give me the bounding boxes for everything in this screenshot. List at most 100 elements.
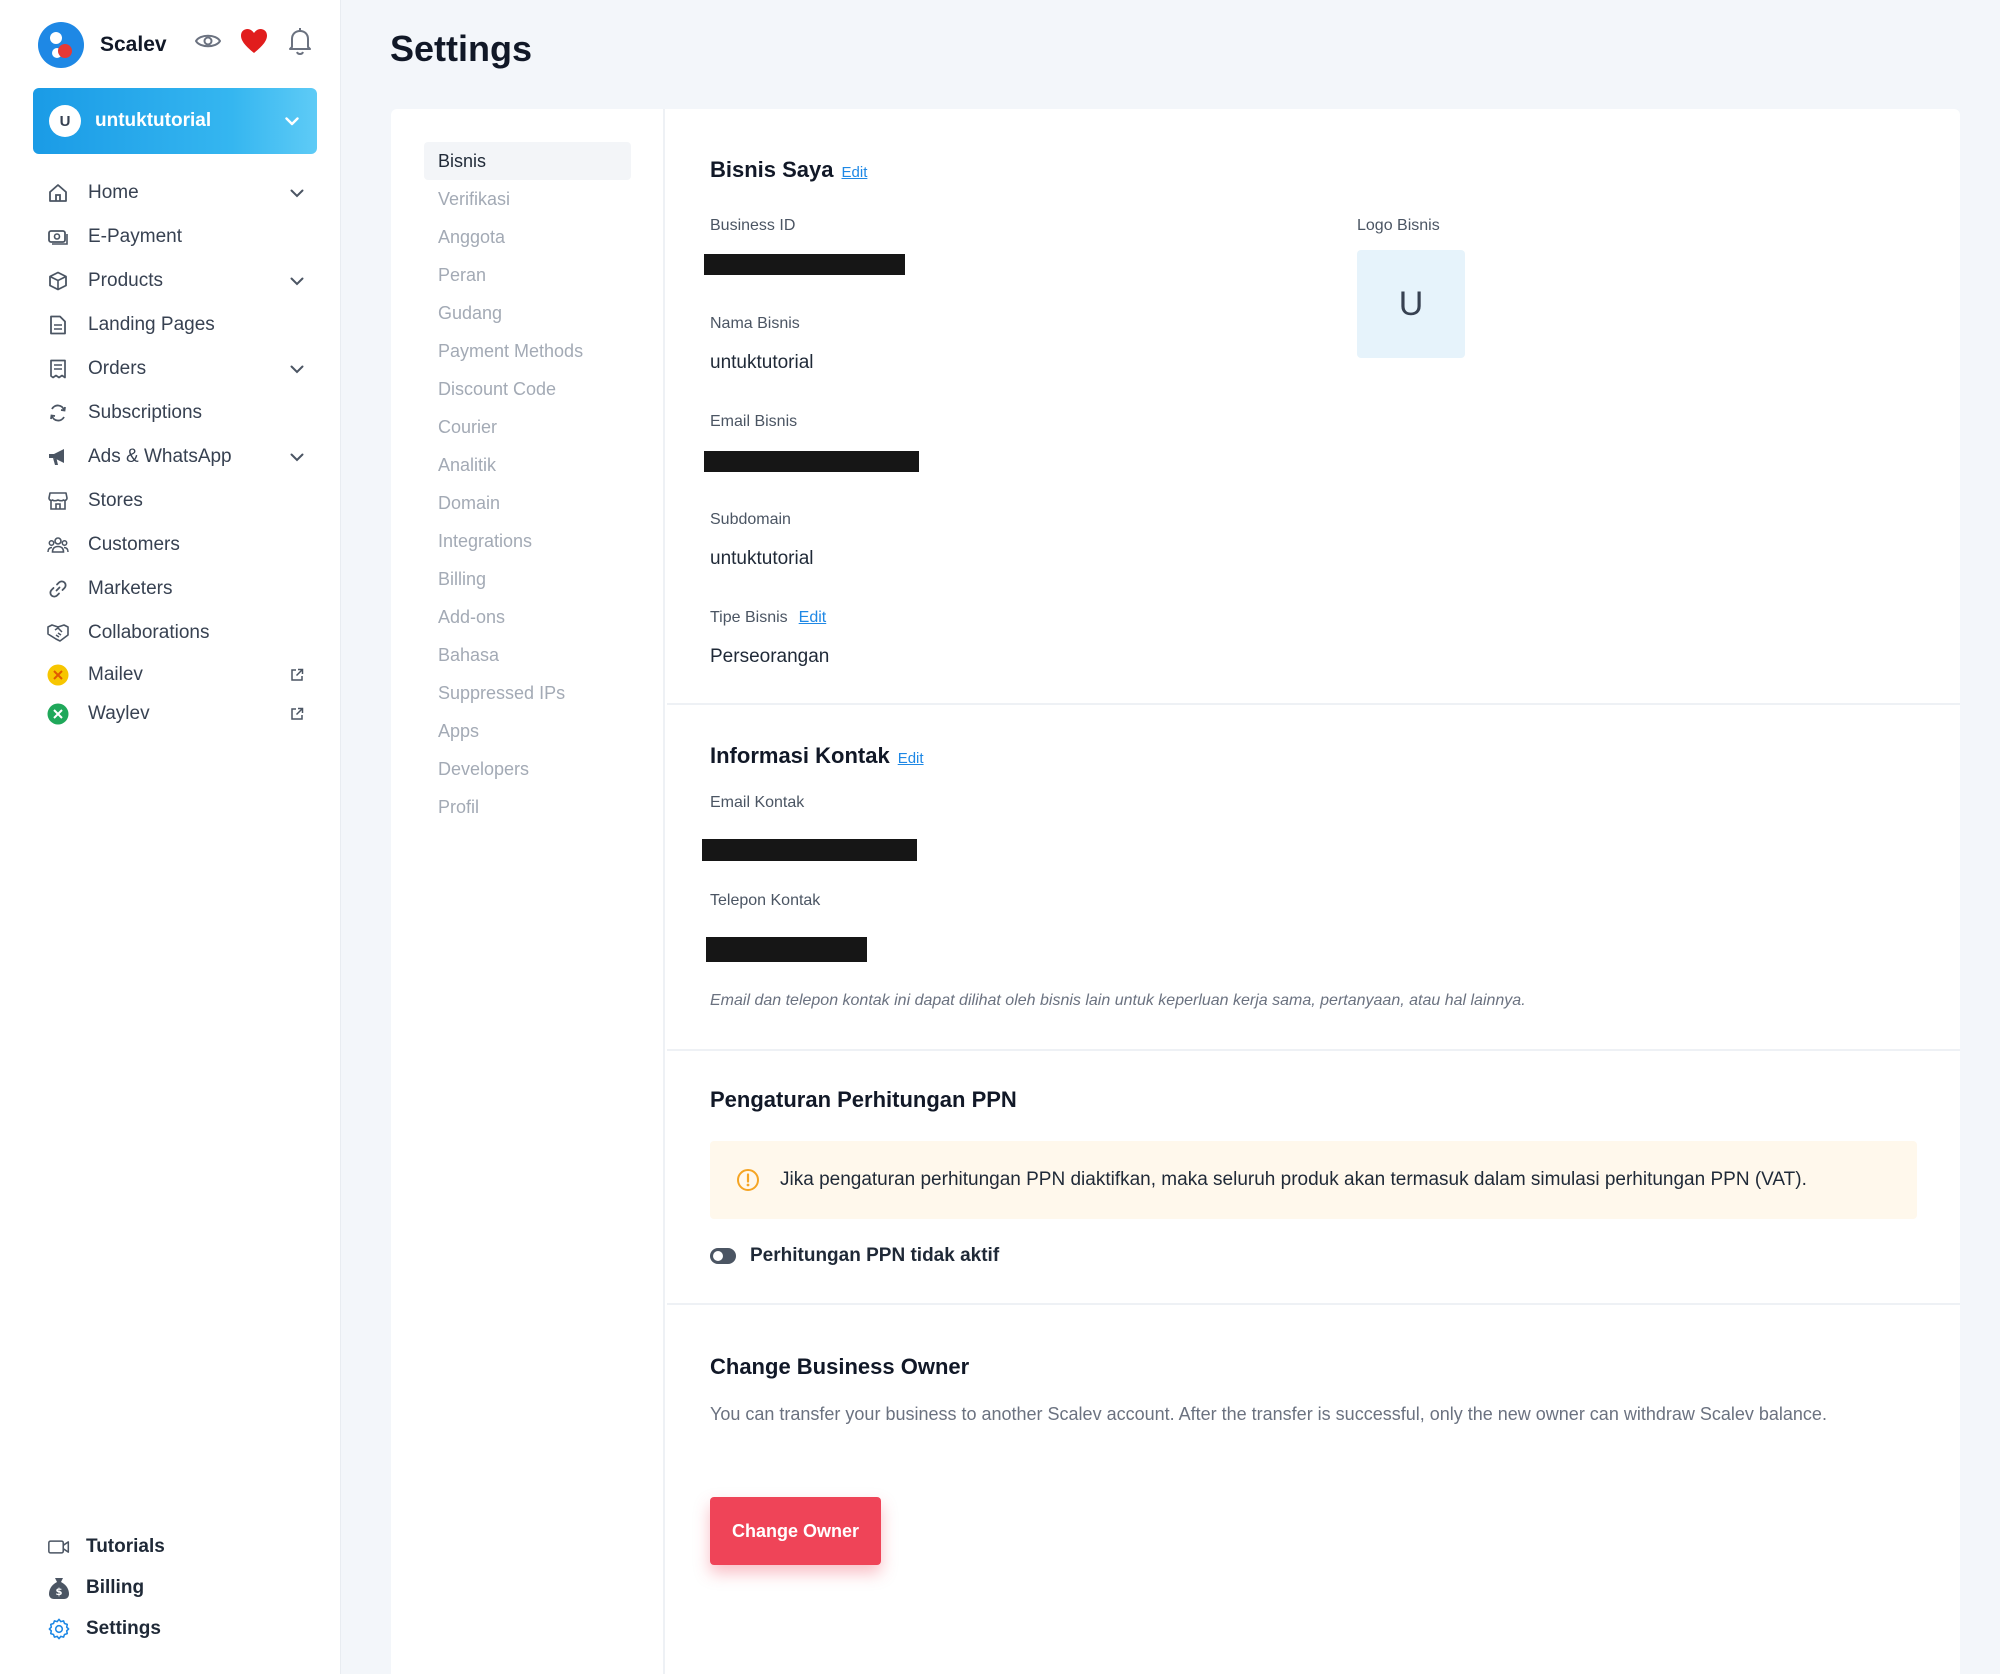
subnav-item-anggota[interactable]: Anggota xyxy=(424,218,631,256)
subnav-item-bahasa[interactable]: Bahasa xyxy=(424,636,631,674)
redacted-telepon-kontak xyxy=(706,937,867,962)
subnav-item-verifikasi[interactable]: Verifikasi xyxy=(424,180,631,218)
sidebar-bottom-nav: Tutorials $ Billing Settings xyxy=(38,1526,322,1649)
handshake-icon xyxy=(47,622,69,644)
section-ppn: Pengaturan Perhitungan PPN Jika pengatur… xyxy=(667,1051,1960,1305)
ppn-alert: Jika pengaturan perhitungan PPN diaktifk… xyxy=(710,1141,1917,1219)
waylev-logo-icon xyxy=(47,703,69,725)
sidebar-item-marketers[interactable]: Marketers xyxy=(33,567,317,611)
sidebar: Scalev U untuktutorial Home E-Payment Pr… xyxy=(0,0,341,1674)
subnav-item-peran[interactable]: Peran xyxy=(424,256,631,294)
ppn-toggle[interactable] xyxy=(710,1248,736,1264)
sidebar-item-waylev[interactable]: Waylev xyxy=(33,694,317,733)
subnav-item-integrations[interactable]: Integrations xyxy=(424,522,631,560)
subnav-item-developers[interactable]: Developers xyxy=(424,750,631,788)
section-informasi-kontak: Informasi Kontak Edit Email Kontak Telep… xyxy=(667,705,1960,1051)
sidebar-item-settings[interactable]: Settings xyxy=(38,1608,322,1649)
sidebar-item-label: Landing Pages xyxy=(88,314,215,335)
sidebar-item-tutorials[interactable]: Tutorials xyxy=(38,1526,322,1567)
subnav-item-billing[interactable]: Billing xyxy=(424,560,631,598)
sidebar-item-orders[interactable]: Orders xyxy=(33,347,317,391)
sidebar-item-e-payment[interactable]: E-Payment xyxy=(33,215,317,259)
section-title: Informasi Kontak Edit xyxy=(710,743,924,768)
email-kontak-label: Email Kontak xyxy=(710,794,805,811)
sidebar-item-stores[interactable]: Stores xyxy=(33,479,317,523)
sidebar-item-label: Products xyxy=(88,270,163,291)
external-link-icon[interactable] xyxy=(277,668,317,682)
external-link-icon[interactable] xyxy=(277,707,317,721)
gear-icon xyxy=(48,1618,70,1640)
business-logo[interactable]: U xyxy=(1357,250,1465,358)
subnav-item-gudang[interactable]: Gudang xyxy=(424,294,631,332)
sidebar-item-label: Mailev xyxy=(88,663,143,685)
business-name: untuktutorial xyxy=(95,110,212,131)
subnav-item-profil[interactable]: Profil xyxy=(424,788,631,826)
sidebar-item-billing[interactable]: $ Billing xyxy=(38,1567,322,1608)
brand[interactable]: Scalev xyxy=(38,22,167,68)
subnav-item-bisnis[interactable]: Bisnis xyxy=(424,142,631,180)
tipe-bisnis-label: Tipe Bisnis Edit xyxy=(710,609,827,627)
logo-bisnis-label: Logo Bisnis xyxy=(1357,217,1440,234)
warning-icon xyxy=(737,1169,759,1191)
subnav-item-domain[interactable]: Domain xyxy=(424,484,631,522)
users-icon xyxy=(47,534,69,556)
edit-kontak-link[interactable]: Edit xyxy=(898,750,924,767)
subnav-item-payment-methods[interactable]: Payment Methods xyxy=(424,332,631,370)
scalev-logo-icon xyxy=(38,22,84,68)
sidebar-item-ads-whatsapp[interactable]: Ads & WhatsApp xyxy=(33,435,317,479)
chevron-down-icon[interactable] xyxy=(277,277,317,286)
app-name: Scalev xyxy=(100,33,167,56)
kontak-note: Email dan telepon kontak ini dapat dilih… xyxy=(710,992,1526,1009)
sidebar-item-products[interactable]: Products xyxy=(33,259,317,303)
sidebar-item-label: Settings xyxy=(86,1617,161,1639)
bell-icon[interactable] xyxy=(285,26,315,56)
business-switcher[interactable]: U untuktutorial xyxy=(33,88,317,154)
edit-tipe-bisnis-link[interactable]: Edit xyxy=(799,609,827,627)
redacted-email-kontak xyxy=(702,839,917,861)
business-avatar: U xyxy=(49,105,81,137)
receipt-icon xyxy=(47,358,69,380)
subnav-item-discount-code[interactable]: Discount Code xyxy=(424,370,631,408)
sidebar-item-subscriptions[interactable]: Subscriptions xyxy=(33,391,317,435)
chevron-down-icon[interactable] xyxy=(277,189,317,198)
sidebar-item-landing-pages[interactable]: Landing Pages xyxy=(33,303,317,347)
subnav-item-apps[interactable]: Apps xyxy=(424,712,631,750)
change-owner-button[interactable]: Change Owner xyxy=(710,1497,881,1565)
home-icon xyxy=(47,182,69,204)
section-bisnis-saya: Bisnis Saya Edit Business ID Nama Bisnis… xyxy=(667,109,1960,705)
tipe-bisnis-value: Perseorangan xyxy=(710,646,830,667)
subnav-item-add-ons[interactable]: Add-ons xyxy=(424,598,631,636)
sidebar-item-home[interactable]: Home xyxy=(33,171,317,215)
change-owner-description: You can transfer your business to anothe… xyxy=(710,1404,1827,1424)
section-change-owner: Change Business Owner You can transfer y… xyxy=(667,1305,1960,1674)
sidebar-item-label: Subscriptions xyxy=(88,402,203,423)
chevron-down-icon[interactable] xyxy=(277,365,317,374)
ppn-toggle-label: Perhitungan PPN tidak aktif xyxy=(750,1245,1000,1266)
chevron-down-icon xyxy=(285,116,299,125)
payment-icon xyxy=(47,226,69,248)
sidebar-item-mailev[interactable]: Mailev xyxy=(33,655,317,694)
mailev-logo-icon xyxy=(47,664,69,686)
subnav-item-suppressed-ips[interactable]: Suppressed IPs xyxy=(424,674,631,712)
section-title: Pengaturan Perhitungan PPN xyxy=(710,1087,1017,1112)
eye-icon[interactable] xyxy=(193,26,223,56)
edit-bisnis-link[interactable]: Edit xyxy=(842,164,868,181)
subdomain-value: untuktutorial xyxy=(710,548,814,569)
chevron-down-icon[interactable] xyxy=(277,453,317,462)
email-bisnis-label: Email Bisnis xyxy=(710,413,798,430)
sidebar-item-collaborations[interactable]: Collaborations xyxy=(33,611,317,655)
sidebar-item-label: Marketers xyxy=(88,578,173,599)
subnav-item-analitik[interactable]: Analitik xyxy=(424,446,631,484)
redacted-business-id xyxy=(704,254,905,275)
sidebar-item-label: Home xyxy=(88,182,139,203)
sidebar-item-label: Ads & WhatsApp xyxy=(88,446,232,467)
money-bag-icon: $ xyxy=(48,1577,70,1599)
heart-icon[interactable] xyxy=(239,26,269,56)
box-icon xyxy=(47,270,69,292)
subnav-item-courier[interactable]: Courier xyxy=(424,408,631,446)
sidebar-item-label: Waylev xyxy=(88,702,150,724)
sidebar-item-label: Customers xyxy=(88,534,180,555)
sidebar-item-customers[interactable]: Customers xyxy=(33,523,317,567)
telepon-kontak-label: Telepon Kontak xyxy=(710,892,821,909)
nama-bisnis-value: untuktutorial xyxy=(710,352,814,373)
